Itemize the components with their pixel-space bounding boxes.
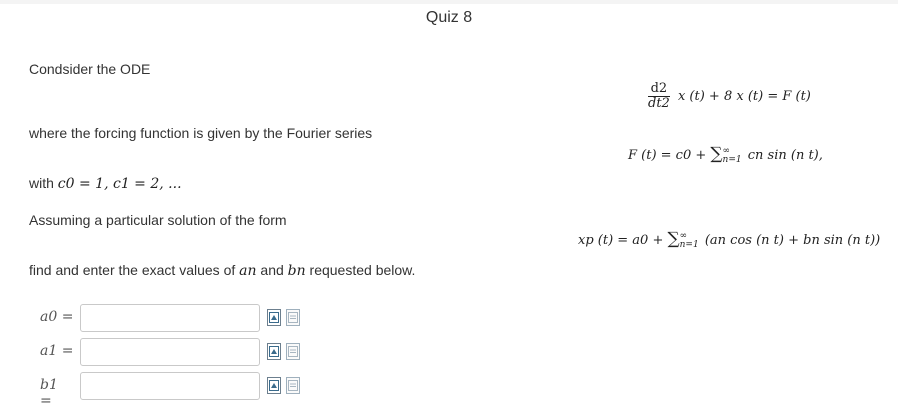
find-b: bn [287, 263, 306, 279]
fourier-term: cn sin (n t), [747, 148, 823, 163]
particular-solution: xp (t) = a0 + ∑ ∞ n=1 (an cos (n t) + bn s… [578, 229, 880, 250]
forcing-text: where the forcing function is given by t… [29, 125, 373, 141]
find-a: an [239, 263, 257, 279]
answer-input-a1[interactable] [80, 338, 260, 366]
top-border [0, 0, 898, 4]
fraction-numerator: d2 [648, 82, 670, 97]
find-suffix: requested below. [309, 262, 416, 278]
find-and: and [260, 262, 284, 278]
answer-input-a0[interactable] [80, 304, 260, 332]
fourier-series: F (t) = c0 + ∑ ∞ n=1 cn sin (n t), [628, 144, 823, 165]
preview-icon[interactable] [267, 343, 281, 360]
preview-icon[interactable] [267, 309, 281, 326]
find-prefix: find and enter the exact values of [29, 262, 236, 278]
ode-equation: d2 dt2 x (t) + 8 x (t) = F (t) [648, 82, 811, 111]
sum-limits: ∞ n=1 [722, 146, 742, 165]
sum-symbol: ∑ [710, 144, 723, 164]
help-icon[interactable] [286, 309, 300, 326]
find-text: find and enter the exact values of an an… [29, 262, 415, 279]
preview-icon[interactable] [267, 377, 281, 394]
sum-lower: n=1 [679, 239, 699, 250]
sum-limits: ∞ n=1 [679, 231, 699, 250]
sum-symbol: ∑ [667, 229, 680, 249]
assume-text: Assuming a particular solution of the fo… [29, 212, 287, 228]
derivative-fraction: d2 dt2 [648, 82, 670, 111]
answer-input-b1[interactable] [80, 372, 260, 400]
page-title: Quiz 8 [425, 9, 473, 26]
answer-label: a1 = [40, 343, 74, 359]
coefficients-values: c0 = 1, c1 = 2, ... [57, 176, 182, 192]
particular-lhs: xp (t) = a0 + [578, 233, 668, 248]
coefficients-line: with c0 = 1, c1 = 2, ... [29, 175, 182, 192]
answer-label: a0 = [40, 309, 74, 325]
ode-rhs: x (t) + 8 x (t) = F (t) [677, 89, 811, 104]
sum-lower: n=1 [722, 154, 742, 165]
help-icon[interactable] [286, 377, 300, 394]
particular-term: (an cos (n t) + bn sin (n t)) [704, 233, 881, 248]
answer-label: b1 = [40, 377, 58, 409]
ode-intro: Condsider the ODE [29, 61, 151, 77]
with-prefix: with [29, 175, 54, 191]
fraction-denominator: dt2 [648, 96, 670, 111]
help-icon[interactable] [286, 343, 300, 360]
fourier-lhs: F (t) = c0 + [628, 148, 711, 163]
